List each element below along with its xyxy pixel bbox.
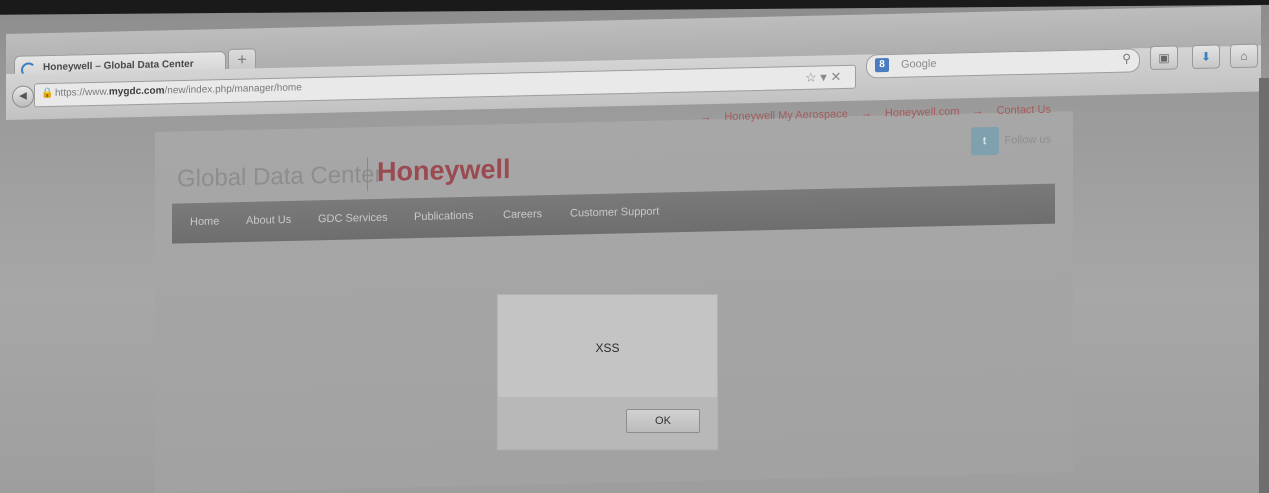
top-link-label: Honeywell.com [884,105,960,120]
menu-item-publications[interactable]: Publications [414,210,473,223]
top-link-honeywell[interactable]: → Honeywell.com [861,106,960,120]
url-text: https://www.mygdc.com/new/index.php/mana… [55,82,302,99]
search-icon[interactable]: ⚲ [1122,51,1131,65]
follow-us-link[interactable]: t Follow us [970,126,1051,156]
follow-label: Follow us [1004,133,1051,147]
top-link-contact[interactable]: → Contact Us [973,104,1051,118]
lock-icon: 🔒 [41,87,54,100]
dropdown-icon[interactable]: ▾ [820,69,827,84]
alert-message: XSS [595,341,620,355]
back-button[interactable]: ◀ [12,85,34,108]
window-right-edge [1259,78,1269,493]
menu-item-careers[interactable]: Careers [503,208,542,221]
arrow-icon: → [860,107,872,120]
bookmark-star-icon[interactable]: ☆ [805,70,817,85]
menu-item-support[interactable]: Customer Support [570,206,659,220]
downloads-button[interactable]: ⬇ [1192,44,1220,70]
arrow-icon: → [972,105,984,118]
page-menu-button[interactable]: ▣ [1150,45,1178,71]
alert-dialog: XSS OK [497,294,718,450]
brand-logo[interactable]: Honeywell [377,154,511,188]
stop-icon[interactable]: ✕ [830,69,841,84]
url-domain: mygdc.com [108,85,165,98]
twitter-icon: t [970,126,999,156]
top-link-label: Honeywell My Aerospace [724,108,848,124]
search-engine-icon[interactable]: 8 [875,57,889,73]
search-input[interactable]: Google [901,58,936,71]
search-bar[interactable]: 8 Google ⚲ [866,48,1140,79]
top-link-label: Contact Us [996,103,1051,117]
top-link-aerospace[interactable]: → Honeywell My Aerospace [700,108,848,123]
main-menu: Home About Us GDC Services Publications … [172,183,1055,244]
url-path: /new/index.php/manager/home [164,82,302,97]
url-prefix: https://www. [55,86,109,99]
logo-divider [367,157,368,192]
home-icon: ⌂ [1240,48,1248,63]
page-icon: ▣ [1158,50,1170,65]
url-bar[interactable]: 🔒 https://www.mygdc.com/new/index.php/ma… [34,64,856,108]
arrow-icon: → [700,111,712,124]
home-button[interactable]: ⌂ [1230,43,1258,69]
download-arrow-icon: ⬇ [1200,49,1212,64]
menu-item-services[interactable]: GDC Services [318,212,388,226]
alert-footer: OK [498,397,717,449]
site-logo-text: Global Data Center [177,160,383,193]
url-bar-icons: ☆ ▾ ✕ [805,69,841,86]
ok-button[interactable]: OK [626,409,700,433]
menu-item-about[interactable]: About Us [246,214,291,227]
menu-item-home[interactable]: Home [190,216,219,229]
